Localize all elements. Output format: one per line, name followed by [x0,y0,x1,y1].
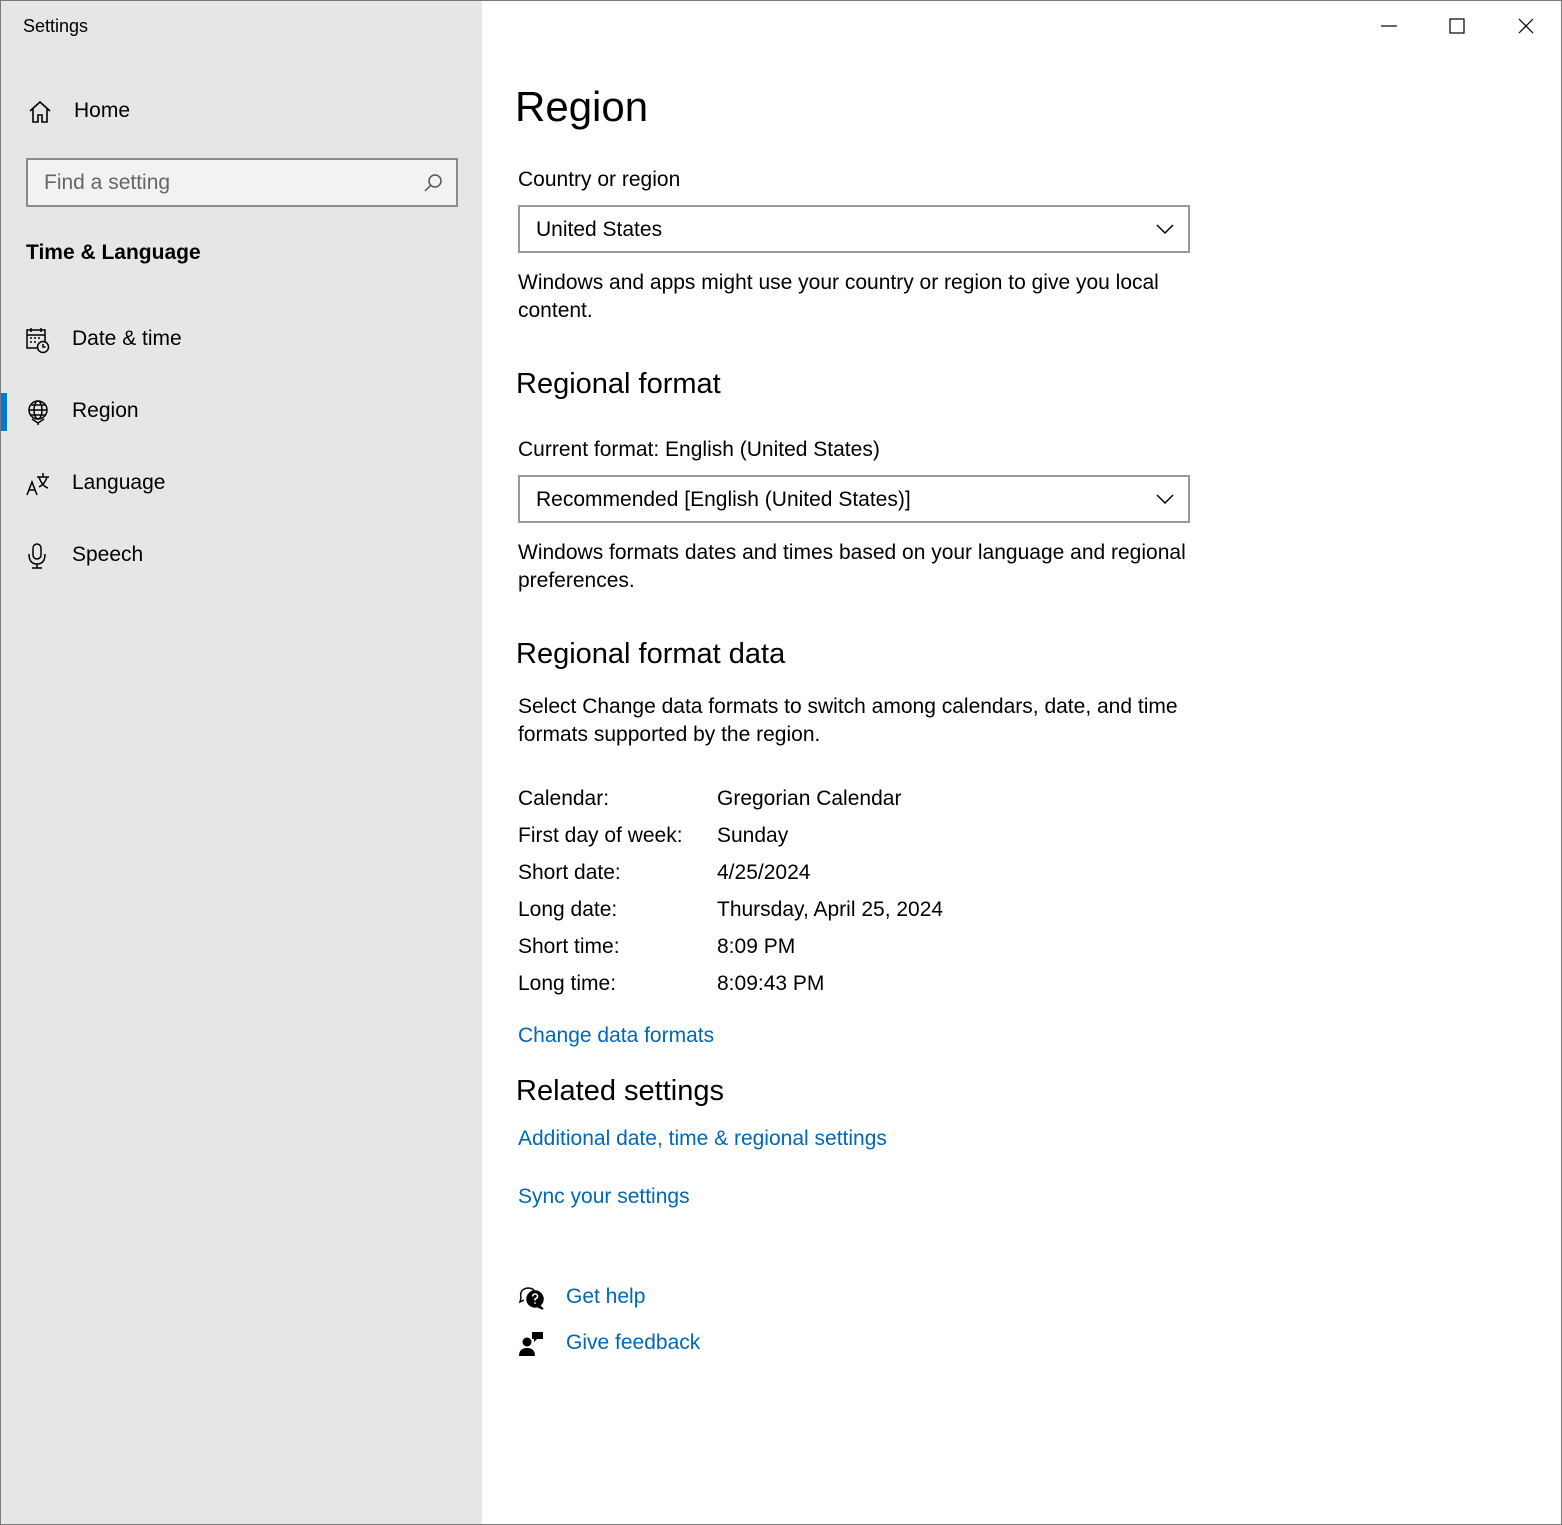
home-icon [27,99,53,125]
help-chat-icon [518,1284,546,1312]
format-row-key: Long time: [518,972,617,995]
section-title: Time & Language [26,241,201,264]
format-row-key: Long date: [518,898,618,921]
search-box[interactable] [26,158,458,207]
sidebar-item-label: Language [72,471,166,494]
additional-settings-link[interactable]: Additional date, time & regional setting… [518,1127,887,1151]
calendar-clock-icon [25,326,51,354]
microphone-icon [25,542,51,570]
format-data-heading: Regional format data [516,638,786,670]
language-icon [25,470,51,498]
format-row-value: Gregorian Calendar [717,787,902,810]
format-row-value: Thursday, April 25, 2024 [717,898,944,921]
sidebar-item-label: Region [72,399,139,422]
country-label: Country or region [518,168,681,191]
country-description: Windows and apps might use your country … [518,271,1159,322]
regional-format-description: Windows formats dates and times based on… [518,541,1186,592]
get-help-link[interactable]: Get help [566,1285,645,1309]
format-data-description: Select Change data formats to switch amo… [518,695,1178,746]
format-row-key: Calendar: [518,787,610,810]
regional-format-heading: Regional format [516,368,721,400]
format-row-key: Short time: [518,935,620,958]
regional-format-value: Recommended [English (United States)] [536,488,911,511]
format-row-key: Short date: [518,861,621,884]
related-settings-heading: Related settings [516,1075,724,1107]
sidebar-item-region[interactable]: Region [1,384,482,440]
app-title: Settings [23,16,89,36]
feedback-icon [518,1330,546,1358]
settings-window: Settings Home Time & Language [0,0,1562,1525]
nav-home-label: Home [74,99,131,122]
give-feedback-link[interactable]: Give feedback [566,1331,700,1355]
format-row-value: Sunday [717,824,789,847]
country-dropdown[interactable]: United States [518,205,1190,253]
regional-format-dropdown[interactable]: Recommended [English (United States)] [518,475,1190,523]
current-format-label: Current format: English (United States) [518,438,880,461]
sidebar: Settings Home Time & Language [1,1,482,1524]
format-row-key: First day of week: [518,824,683,847]
sync-settings-link[interactable]: Sync your settings [518,1185,690,1209]
nav-home[interactable]: Home [1,87,482,135]
format-row-value: 4/25/2024 [717,861,811,884]
format-row-value: 8:09:43 PM [717,972,825,995]
search-icon[interactable] [422,172,444,194]
globe-icon [25,398,51,426]
change-data-formats-link[interactable]: Change data formats [518,1024,714,1048]
chevron-down-icon [1156,494,1174,505]
sidebar-item-label: Date & time [72,327,182,350]
selection-indicator [1,393,7,431]
format-row-value: 8:09 PM [717,935,796,958]
page-title: Region [515,83,649,130]
sidebar-item-language[interactable]: Language [1,456,482,512]
search-input[interactable] [28,160,456,205]
sidebar-item-date-time[interactable]: Date & time [1,312,482,368]
sidebar-item-speech[interactable]: Speech [1,528,482,584]
chevron-down-icon [1156,224,1174,235]
content-pane: Region Country or region United States W… [482,1,1561,1524]
sidebar-item-label: Speech [72,543,144,566]
country-value: United States [536,218,663,241]
